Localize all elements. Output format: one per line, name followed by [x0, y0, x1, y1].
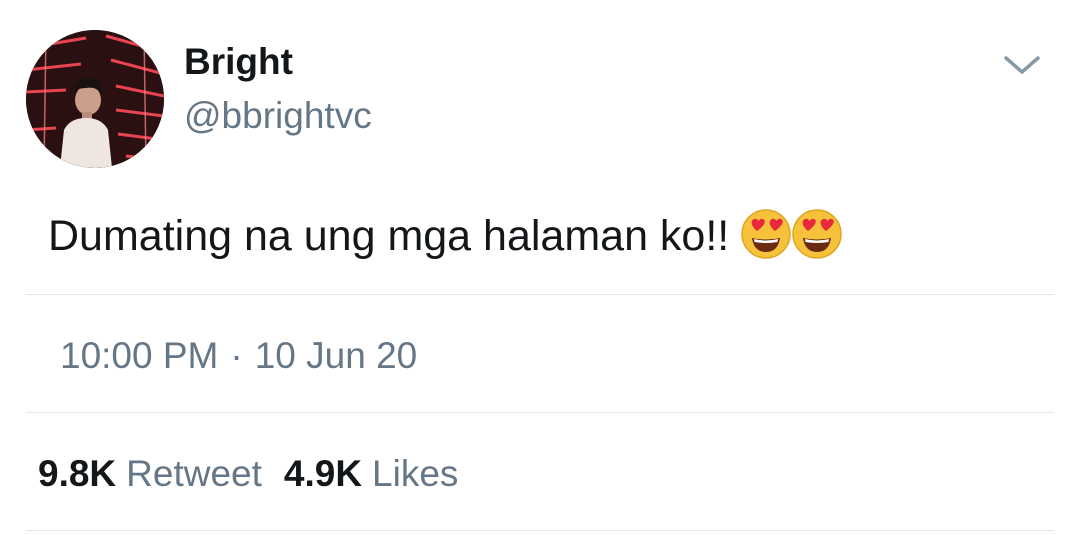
divider [26, 530, 1054, 531]
divider [26, 412, 1054, 413]
user-handle[interactable]: @bbrightvc [184, 94, 372, 138]
likes-stat[interactable]: 4.9K Likes [284, 453, 459, 494]
retweets-count: 9.8K [38, 453, 117, 494]
retweets-stat[interactable]: 9.8K Retweet [38, 453, 262, 494]
user-display-name[interactable]: Bright [184, 40, 293, 84]
divider [26, 294, 1054, 295]
tweet-body: Dumating na ung mga halaman ko!! [48, 208, 843, 263]
tweet-card: Bright @bbrightvc Dumating na ung mga ha… [0, 0, 1080, 535]
likes-count: 4.9K [283, 453, 363, 494]
tweet-timestamp[interactable]: 10:00 PM · 10 Jun 20 [60, 334, 417, 378]
likes-label: Likes [372, 453, 459, 494]
tweet-time: 10:00 PM [60, 335, 219, 376]
tweet-date: 10 Jun 20 [254, 335, 418, 376]
tweet-stats: 9.8K Retweet 4.9K Likes [38, 452, 458, 496]
avatar[interactable] [26, 30, 164, 168]
retweets-label: Retweet [126, 453, 262, 494]
heart-eyes-emoji-icon [740, 208, 792, 260]
separator-dot: · [230, 335, 243, 376]
tweet-text: Dumating na ung mga halaman ko!! [48, 212, 730, 260]
chevron-down-icon[interactable] [1000, 46, 1044, 82]
heart-eyes-emoji-icon [791, 208, 843, 260]
